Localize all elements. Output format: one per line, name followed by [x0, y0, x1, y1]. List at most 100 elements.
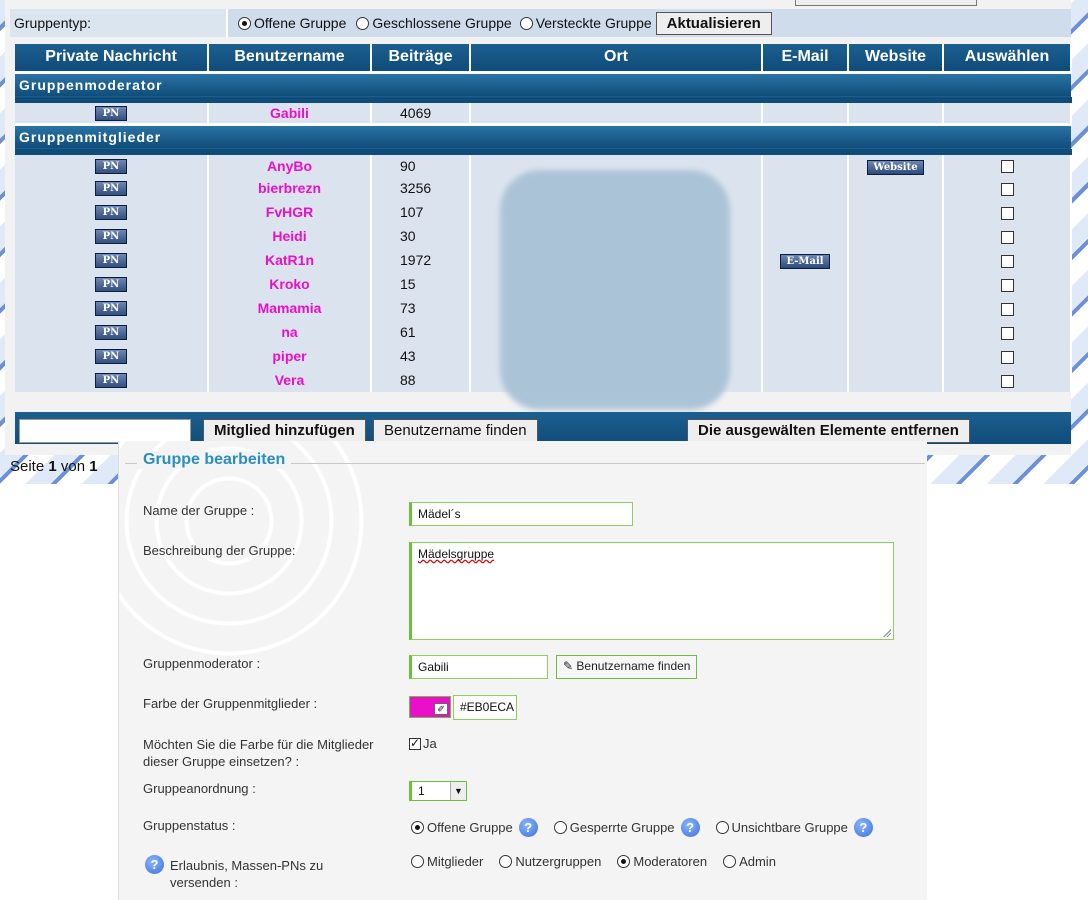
member-username[interactable]: na [281, 324, 297, 340]
status-open-label: Offene Gruppe [427, 820, 513, 835]
select-checkbox[interactable] [1000, 160, 1014, 174]
radio-open-group[interactable] [238, 16, 251, 30]
use-color-label: Möchten Sie die Farbe für die Mitglieder… [143, 737, 374, 769]
group-desc-label: Beschreibung der Gruppe: [143, 543, 296, 558]
member-posts: 15 [371, 272, 471, 296]
group-status-options: Offene Gruppe? Gesperrte Gruppe? Unsicht… [409, 818, 887, 837]
select-checkbox[interactable] [1000, 374, 1014, 388]
pm-button[interactable]: PN [95, 253, 127, 269]
color-picker-icon: ✐ [434, 703, 448, 715]
select-checkbox[interactable] [1000, 182, 1014, 196]
redacted-location [500, 170, 730, 410]
group-desc-text: Mädelsgruppe [418, 547, 495, 561]
find-user-button[interactable]: ✎ Benutzername finden [556, 655, 698, 679]
group-order-select[interactable]: 1 ▼ [409, 781, 467, 801]
radio-closed-group[interactable] [356, 16, 370, 30]
masspm-usergroups-label: Nutzergruppen [515, 854, 602, 869]
radio-hidden-group[interactable] [519, 16, 533, 30]
status-invisible-radio[interactable] [715, 821, 729, 834]
color-hex-field[interactable]: #EB0ECA [453, 695, 517, 720]
edit-group-panel: Gruppe bearbeiten Name der Gruppe : Mäde… [118, 441, 927, 900]
select-checkbox[interactable] [1000, 230, 1014, 244]
group-desc-field[interactable]: Mädelsgruppe [409, 542, 894, 640]
masspm-usergroups-radio[interactable] [499, 855, 513, 868]
pm-button[interactable]: PN [95, 301, 127, 317]
member-username[interactable]: piper [272, 348, 306, 364]
member-username[interactable]: Heidi [272, 228, 306, 244]
masspm-members-label: Mitglieder [427, 854, 484, 869]
page-prefix: Seite [10, 458, 45, 475]
col-header-select[interactable]: Auswählen [943, 44, 1072, 72]
member-username[interactable]: bierbrezn [258, 180, 321, 196]
add-member-input[interactable] [19, 419, 191, 443]
status-locked-radio[interactable] [553, 821, 567, 834]
status-open-radio[interactable] [411, 821, 424, 834]
members-section-title: Gruppenmitglieder [15, 122, 1071, 155]
col-header-website[interactable]: Website [848, 44, 944, 72]
col-header-username[interactable]: Benutzername [208, 44, 372, 72]
radio-hidden-label: Versteckte Gruppe [535, 15, 652, 31]
member-username[interactable]: AnyBo [267, 158, 312, 174]
masspm-members-radio[interactable] [411, 855, 424, 868]
moderator-section-header: Gruppenmoderator [15, 70, 1071, 103]
select-checkbox[interactable] [1000, 206, 1014, 220]
use-color-checkbox[interactable] [409, 736, 421, 750]
help-icon[interactable]: ? [680, 818, 700, 837]
pm-button[interactable]: PN [95, 106, 127, 122]
member-username[interactable]: Vera [275, 372, 305, 388]
col-header-location[interactable]: Ort [470, 44, 763, 72]
add-member-button[interactable]: Mitglied hinzufügen [203, 419, 366, 443]
moderator-username[interactable]: Gabili [270, 105, 309, 121]
find-username-button[interactable]: Benutzername finden [373, 419, 538, 443]
help-icon[interactable]: ? [518, 818, 538, 837]
pm-button[interactable]: PN [95, 325, 127, 341]
pm-button[interactable]: PN [95, 181, 127, 197]
member-posts: 73 [371, 296, 471, 320]
members-section-header: Gruppenmitglieder [15, 122, 1071, 155]
member-posts: 90 [371, 152, 471, 176]
pm-button[interactable]: PN [95, 158, 127, 174]
pm-button[interactable]: PN [95, 277, 127, 293]
masspm-admin-radio[interactable] [723, 855, 737, 868]
page-sep: von [60, 458, 86, 475]
website-button[interactable]: Website [867, 159, 924, 175]
select-checkbox[interactable] [1000, 254, 1014, 268]
resize-grip-icon[interactable] [883, 629, 891, 637]
group-name-field[interactable]: Mädel´s [409, 502, 633, 526]
select-checkbox[interactable] [1000, 278, 1014, 292]
pm-button[interactable]: PN [95, 229, 127, 245]
moderator-row: PN Gabili 4069 [15, 100, 1072, 124]
help-icon[interactable]: ? [145, 855, 164, 874]
group-type-label: Gruppentyp: [10, 9, 228, 37]
group-order-label: Gruppeanordnung : [143, 781, 256, 796]
group-status-label: Gruppenstatus : [143, 818, 236, 833]
member-username[interactable]: KatR1n [265, 252, 314, 268]
remove-selected-button[interactable]: Die ausgewälten Elemente entfernen [687, 419, 970, 443]
select-checkbox[interactable] [1000, 302, 1014, 316]
select-checkbox[interactable] [1000, 326, 1014, 340]
member-posts: 43 [371, 344, 471, 368]
group-moderator-field[interactable]: Gabili [409, 655, 548, 679]
member-username[interactable]: Kroko [269, 276, 309, 292]
mass-pm-options: Mitglieder Nutzergruppen Moderatoren Adm… [409, 854, 790, 869]
pm-button[interactable]: PN [95, 373, 127, 389]
email-button[interactable]: E-Mail [780, 254, 830, 269]
top-strip [795, 0, 977, 6]
use-color-yes-label: Ja [423, 736, 437, 751]
chevron-down-icon: ▼ [450, 782, 466, 800]
member-username[interactable]: Mamamia [258, 300, 322, 316]
help-icon[interactable]: ? [853, 818, 873, 837]
col-header-posts[interactable]: Beiträge [371, 44, 471, 72]
color-swatch[interactable]: ✐ [409, 696, 451, 718]
member-posts: 88 [371, 368, 471, 392]
col-header-email[interactable]: E-Mail [762, 44, 849, 72]
member-username[interactable]: FvHGR [266, 204, 313, 220]
col-header-pm[interactable]: Private Nachricht [15, 44, 209, 72]
select-checkbox[interactable] [1000, 350, 1014, 364]
edit-group-legend: Gruppe bearbeiten [137, 451, 292, 469]
masspm-moderators-radio[interactable] [617, 855, 631, 868]
masspm-moderators-label: Moderatoren [633, 854, 708, 869]
pm-button[interactable]: PN [95, 205, 127, 221]
update-button[interactable]: Aktualisieren [655, 11, 772, 35]
pm-button[interactable]: PN [95, 349, 127, 365]
